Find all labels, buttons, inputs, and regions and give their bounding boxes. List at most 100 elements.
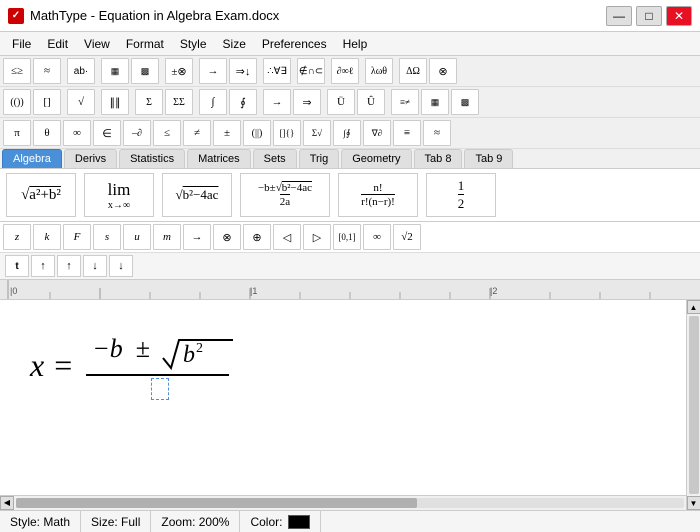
editor-area[interactable]: x = −b ± b 2	[0, 300, 700, 495]
tb-sum2[interactable]: ΣΣ	[165, 89, 193, 115]
tb-logic1[interactable]: ∴∀∃	[263, 58, 291, 84]
tb-pi[interactable]: π	[3, 120, 31, 146]
tb-plusminus[interactable]: ±⊗	[165, 58, 193, 84]
tb-norm1[interactable]: ∥∥	[101, 89, 129, 115]
sym-u[interactable]: u	[123, 224, 151, 250]
align-t[interactable]: t	[5, 255, 29, 277]
tab-statistics[interactable]: Statistics	[119, 149, 185, 168]
tb-approx2[interactable]: ≈	[423, 120, 451, 146]
tab-trig[interactable]: Trig	[299, 149, 340, 168]
tab-sets[interactable]: Sets	[253, 149, 297, 168]
tab-matrices[interactable]: Matrices	[187, 149, 251, 168]
sym-otimes[interactable]: ⊗	[213, 224, 241, 250]
tb-pm[interactable]: ±	[213, 120, 241, 146]
sym-F[interactable]: F	[63, 224, 91, 250]
scrollbar-horizontal[interactable]: ◀ ▶	[0, 495, 700, 509]
tb-arrow2[interactable]: ⇒↓	[229, 58, 257, 84]
tb-theta[interactable]: θ	[33, 120, 61, 146]
tb-accent1[interactable]: Ü	[327, 89, 355, 115]
tb-neq[interactable]: ≠	[183, 120, 211, 146]
formula-discriminant[interactable]: √b²−4ac	[162, 173, 232, 217]
tb-dash-partial[interactable]: –∂	[123, 120, 151, 146]
scroll-down-button[interactable]: ▼	[687, 496, 700, 510]
tb-set1[interactable]: ∉∩⊂	[297, 58, 325, 84]
tab-algebra[interactable]: Algebra	[2, 149, 62, 168]
menu-view[interactable]: View	[76, 34, 118, 54]
menu-format[interactable]: Format	[118, 34, 172, 54]
color-swatch[interactable]	[288, 515, 310, 529]
menu-style[interactable]: Style	[172, 34, 215, 54]
sym-k[interactable]: k	[33, 224, 61, 250]
eq-numerator: −b ± b 2	[86, 330, 229, 376]
tb-greek1[interactable]: λωθ	[365, 58, 393, 84]
menu-edit[interactable]: Edit	[39, 34, 76, 54]
sym-sqrt2[interactable]: √2	[393, 224, 421, 250]
menu-file[interactable]: File	[4, 34, 39, 54]
formula-quadratic[interactable]: −b±√b²−4ac 2a	[240, 173, 330, 217]
tb-ab[interactable]: ab·	[67, 58, 95, 84]
formula-sqrt-sum[interactable]: √a²+b²	[6, 173, 76, 217]
tb-matrix2[interactable]: ▩	[131, 58, 159, 84]
sym-oplus[interactable]: ⊕	[243, 224, 271, 250]
menu-size[interactable]: Size	[215, 34, 254, 54]
tb-sqrt[interactable]: √	[67, 89, 95, 115]
tb-approx[interactable]: ≈	[33, 58, 61, 84]
tb-int1[interactable]: ∫	[199, 89, 227, 115]
tb-grid3[interactable]: ▩	[451, 89, 479, 115]
tab-9[interactable]: Tab 9	[464, 149, 513, 168]
tb-sum1[interactable]: Σ	[135, 89, 163, 115]
scrollbar-vertical[interactable]: ▲ ▼	[686, 300, 700, 510]
tb-calc1[interactable]: ∂∞ℓ	[331, 58, 359, 84]
tb-accent2[interactable]: Û	[357, 89, 385, 115]
formula-half[interactable]: 1 2	[426, 173, 496, 217]
maximize-button[interactable]: □	[636, 6, 662, 26]
sym-z[interactable]: z	[3, 224, 31, 250]
menu-help[interactable]: Help	[335, 34, 376, 54]
tb-matrix1[interactable]: ▦	[101, 58, 129, 84]
tb-greek2[interactable]: ΔΩ	[399, 58, 427, 84]
tb-grid2[interactable]: ▦	[421, 89, 449, 115]
tb-bars1[interactable]: (||)	[243, 120, 271, 146]
tab-geometry[interactable]: Geometry	[341, 149, 411, 168]
status-zoom: Zoom: 200%	[151, 511, 240, 532]
tab-8[interactable]: Tab 8	[414, 149, 463, 168]
tb-elem[interactable]: ∈	[93, 120, 121, 146]
sym-infty2[interactable]: ∞	[363, 224, 391, 250]
formula-combination[interactable]: n! r!(n−r)!	[338, 173, 418, 217]
align-down1[interactable]: ↑	[57, 255, 81, 277]
tb-int-oint[interactable]: ∫∮	[333, 120, 361, 146]
tb-arrow3[interactable]: →	[263, 89, 291, 115]
align-down2[interactable]: ↓	[109, 255, 133, 277]
tb-leq2[interactable]: ≤	[153, 120, 181, 146]
menu-bar: File Edit View Format Style Size Prefere…	[0, 32, 700, 56]
formula-limit[interactable]: lim x→∞	[84, 173, 154, 217]
tb-leq[interactable]: ≤≥	[3, 58, 31, 84]
scroll-up-button[interactable]: ▲	[687, 300, 700, 314]
sym-tri-right[interactable]: ▷	[303, 224, 331, 250]
sym-m[interactable]: m	[153, 224, 181, 250]
scroll-left-button[interactable]: ◀	[0, 496, 14, 510]
tb-infty[interactable]: ∞	[63, 120, 91, 146]
sym-s[interactable]: s	[93, 224, 121, 250]
tb-circled[interactable]: ⊗	[429, 58, 457, 84]
menu-preferences[interactable]: Preferences	[254, 34, 335, 54]
tb-grid1[interactable]: ≡≠	[391, 89, 419, 115]
tb-int2[interactable]: ∮	[229, 89, 257, 115]
align-up1[interactable]: ↑	[31, 255, 55, 277]
tb-sum-sqrt[interactable]: Σ√	[303, 120, 331, 146]
tab-derivs[interactable]: Derivs	[64, 149, 117, 168]
align-up2[interactable]: ↓	[83, 255, 107, 277]
scroll-thumb[interactable]	[689, 316, 699, 494]
tb-bracket1[interactable]: []	[33, 89, 61, 115]
tb-equiv[interactable]: ≡	[393, 120, 421, 146]
sym-interval[interactable]: [0,1]	[333, 224, 361, 250]
tb-arrow1[interactable]: →	[199, 58, 227, 84]
tb-brackets2[interactable]: []{}	[273, 120, 301, 146]
minimize-button[interactable]: —	[606, 6, 632, 26]
sym-tri-left[interactable]: ◁	[273, 224, 301, 250]
sym-arrow[interactable]: →	[183, 224, 211, 250]
tb-arrow4[interactable]: ⇒	[293, 89, 321, 115]
tb-paren1[interactable]: (())	[3, 89, 31, 115]
close-button[interactable]: ✕	[666, 6, 692, 26]
tb-nabla[interactable]: ∇∂	[363, 120, 391, 146]
